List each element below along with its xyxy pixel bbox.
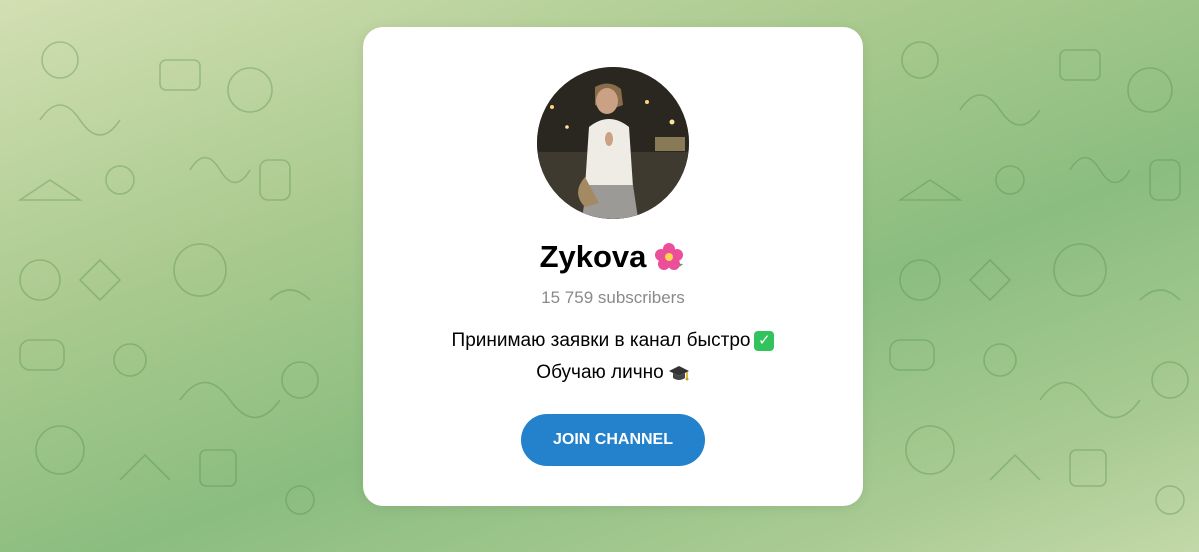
graduation-cap-icon [668, 363, 690, 383]
channel-description: Принимаю заявки в канал быстро ✓ Обучаю … [363, 325, 863, 389]
channel-avatar [537, 67, 689, 219]
description-text-2: Обучаю лично [536, 362, 664, 383]
join-channel-button[interactable]: JOIN CHANNEL [521, 414, 705, 466]
channel-card: Zykova 15 759 subscribers Принимаю заявк… [363, 27, 863, 506]
description-line-1: Принимаю заявки в канал быстро ✓ [363, 325, 863, 357]
description-text-1: Принимаю заявки в канал быстро [451, 330, 751, 351]
description-line-2: Обучаю лично [363, 357, 863, 389]
channel-title: Zykova [363, 239, 863, 275]
channel-name: Zykova [539, 239, 647, 274]
subscriber-count: 15 759 subscribers [541, 288, 685, 307]
check-mark-icon: ✓ [754, 331, 775, 351]
flower-icon [652, 240, 686, 274]
